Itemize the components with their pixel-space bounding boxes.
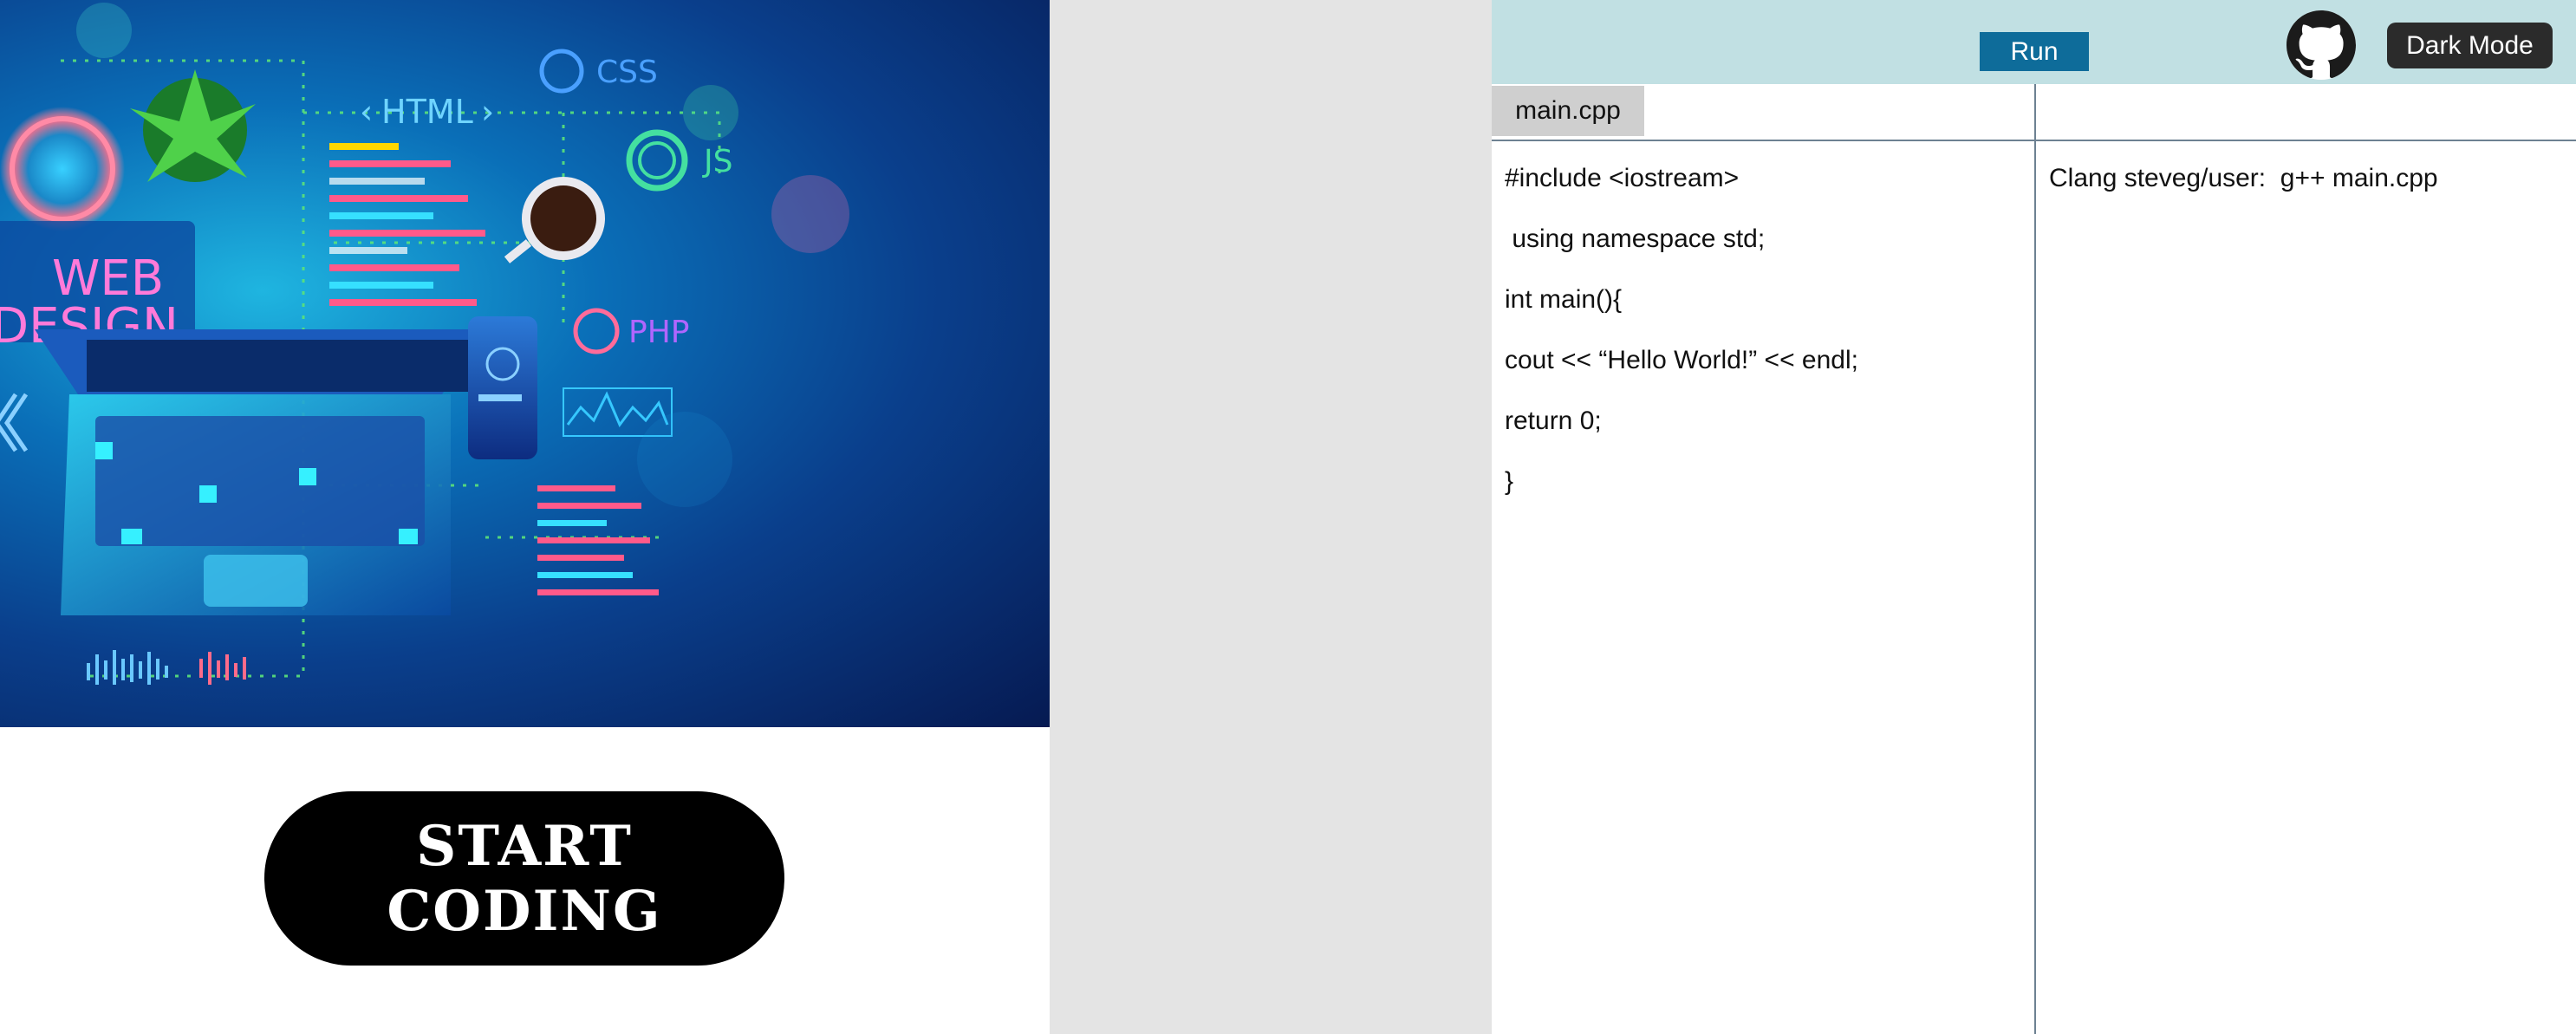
js-label: JS: [702, 144, 732, 179]
tab-main-cpp[interactable]: main.cpp: [1492, 86, 1644, 136]
start-coding-button[interactable]: START CODING: [264, 791, 784, 966]
run-button[interactable]: Run: [1980, 32, 2089, 71]
github-icon[interactable]: [2287, 10, 2356, 80]
code-input[interactable]: #include <iostream> using namespace std;…: [1505, 161, 2025, 525]
code-line: using namespace std;: [1505, 224, 1766, 253]
page: WEB DESIGN ‹ HTML › CSS JS PHP START COD…: [0, 0, 2576, 1034]
pane-divider: [2034, 84, 2036, 1034]
hero-illustration: WEB DESIGN ‹ HTML › CSS JS PHP: [0, 0, 1050, 727]
code-editor: Run Dark Mode main.cpp #include <iostrea…: [1492, 0, 2576, 1034]
svg-text:‹: ‹: [360, 93, 373, 131]
code-line: return 0;: [1505, 406, 1602, 435]
dark-mode-button[interactable]: Dark Mode: [2387, 23, 2553, 68]
spacer: [1050, 0, 1492, 1034]
code-line: int main(){: [1505, 285, 1623, 314]
code-line: #include <iostream>: [1505, 164, 1740, 192]
html-label: HTML: [381, 93, 473, 131]
landing-panel: WEB DESIGN ‹ HTML › CSS JS PHP START COD…: [0, 0, 1050, 1034]
terminal-output[interactable]: Clang steveg/user: g++ main.cpp: [2049, 161, 2569, 196]
web-design-illustration: WEB DESIGN ‹ HTML › CSS JS PHP: [0, 3, 849, 685]
code-line: }: [1505, 467, 1514, 496]
editor-toolbar: Run Dark Mode: [1492, 0, 2576, 84]
css-label: CSS: [596, 55, 658, 90]
svg-text:›: ›: [481, 93, 494, 131]
php-label: PHP: [628, 315, 690, 350]
code-line: cout << “Hello World!” << endl;: [1505, 346, 1858, 374]
